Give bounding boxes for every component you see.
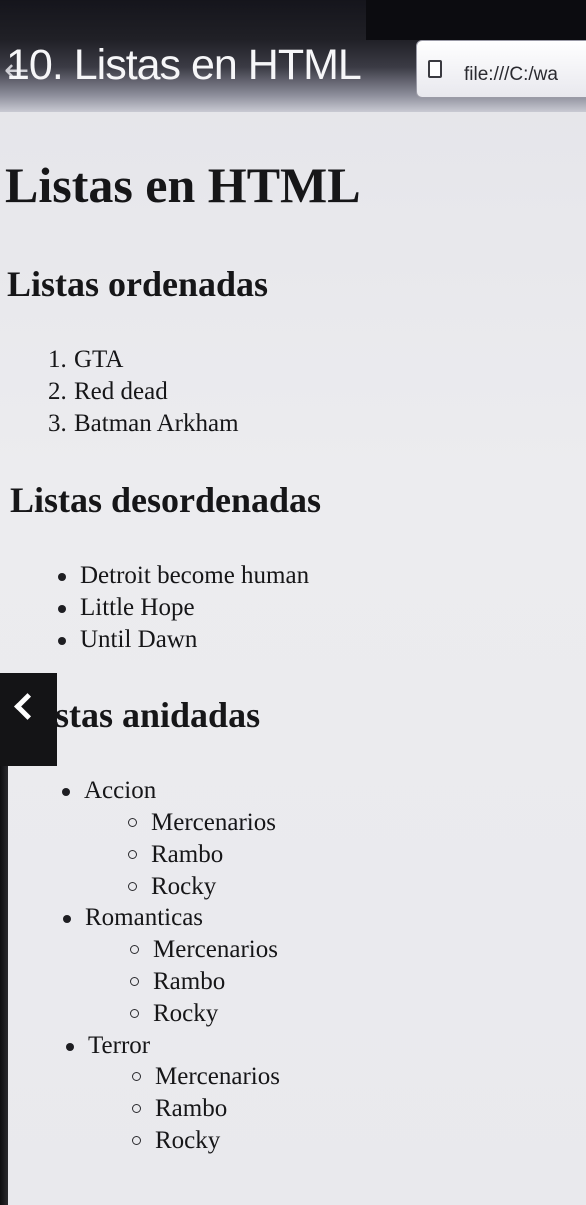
list-item-text: GTA bbox=[74, 346, 124, 373]
bullet-disc-icon bbox=[62, 788, 70, 796]
ordered-lists-heading: Listas ordenadas bbox=[7, 264, 269, 304]
unordered-lists-heading: Listas desordenadas bbox=[10, 480, 322, 520]
bullet-circle-icon bbox=[130, 1009, 139, 1018]
nested-list-group: Romanticas bbox=[85, 904, 204, 931]
bullet-circle-icon bbox=[132, 1072, 141, 1081]
nested-list-item: Rocky bbox=[155, 1127, 221, 1154]
bullet-disc-icon bbox=[66, 1043, 74, 1051]
bullet-disc-icon bbox=[58, 637, 66, 645]
ordered-list-item: 3. Batman Arkham bbox=[48, 411, 239, 436]
nested-list-group: Terror bbox=[88, 1032, 151, 1059]
bullet-disc-icon bbox=[58, 605, 66, 613]
list-number: 3. bbox=[48, 410, 67, 437]
bullet-disc-icon bbox=[58, 573, 66, 581]
nested-list-item: Mercenarios bbox=[155, 1063, 280, 1090]
nested-list-item: Rocky bbox=[151, 873, 217, 900]
bullet-circle-icon bbox=[132, 1104, 141, 1113]
bullet-circle-icon bbox=[130, 977, 139, 986]
nested-list-item: Mercenarios bbox=[153, 936, 278, 963]
bullet-disc-icon bbox=[63, 915, 71, 923]
bullet-circle-icon bbox=[132, 1136, 141, 1145]
nested-lists-heading: stas anidadas bbox=[55, 695, 261, 735]
nested-list-item: Rambo bbox=[153, 968, 226, 995]
list-item-text: Red dead bbox=[74, 378, 168, 405]
list-item-text: Batman Arkham bbox=[74, 410, 239, 437]
list-number: 1. bbox=[48, 346, 67, 373]
side-panel-toggle[interactable] bbox=[0, 673, 57, 766]
unordered-list-item: Detroit become human bbox=[80, 562, 310, 589]
nested-list-item: Rambo bbox=[151, 841, 224, 868]
bullet-circle-icon bbox=[128, 882, 137, 891]
bullet-circle-icon bbox=[128, 850, 137, 859]
nested-list-item: Rocky bbox=[153, 1000, 219, 1027]
nested-list-group: Accion bbox=[84, 777, 157, 804]
list-number: 2. bbox=[48, 378, 67, 405]
page-title: Listas en HTML bbox=[5, 157, 361, 213]
page-content: Listas en HTML Listas ordenadas 1. GTA 2.… bbox=[0, 0, 586, 1205]
ordered-list-item: 1. GTA bbox=[48, 347, 123, 372]
screen-left-edge bbox=[0, 766, 8, 1205]
bullet-circle-icon bbox=[128, 818, 137, 827]
bullet-circle-icon bbox=[130, 945, 139, 954]
unordered-list-item: Until Dawn bbox=[80, 626, 198, 653]
ordered-list-item: 2. Red dead bbox=[48, 379, 168, 404]
nested-list-item: Rambo bbox=[155, 1095, 228, 1122]
nested-list-item: Mercenarios bbox=[151, 809, 276, 836]
unordered-list-item: Little Hope bbox=[80, 594, 195, 621]
